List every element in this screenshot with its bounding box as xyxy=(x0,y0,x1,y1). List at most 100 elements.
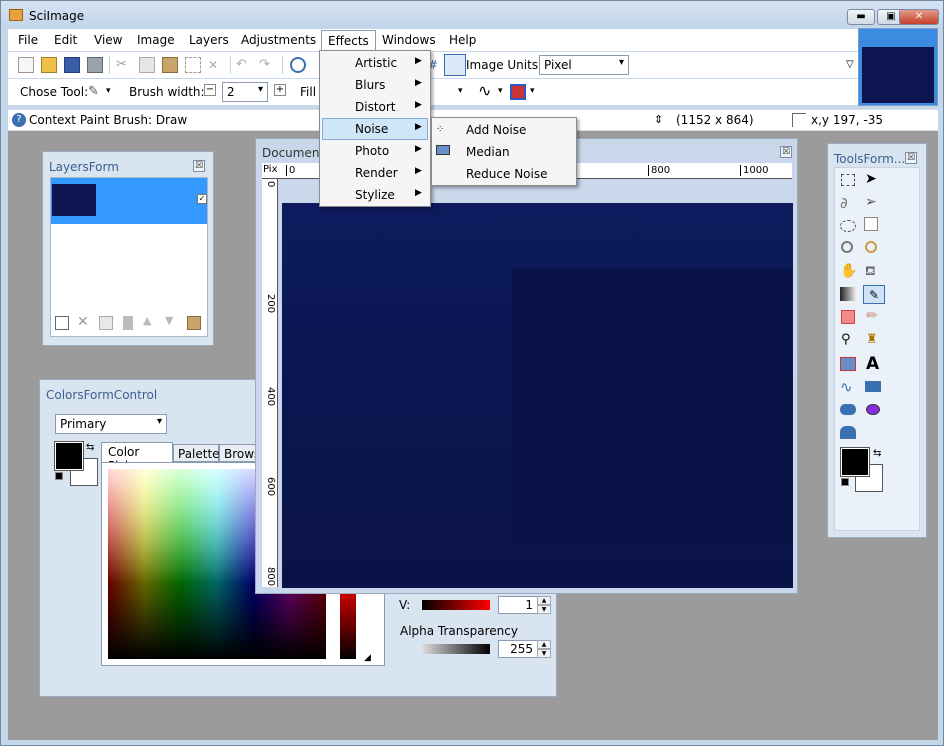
noise-item-median[interactable]: Median xyxy=(434,142,574,163)
duplicate-layer-icon[interactable] xyxy=(99,316,113,330)
alpha-value-input[interactable]: 255 xyxy=(498,640,538,658)
tools-swap-colors-icon[interactable]: ⇆ xyxy=(873,448,881,459)
tools-panel-close-button[interactable]: ☒ xyxy=(905,152,917,164)
menu-file[interactable]: File xyxy=(18,33,38,47)
v-gradient-slider[interactable] xyxy=(422,600,490,610)
line-tool-icon[interactable] xyxy=(864,217,878,231)
alpha-increase-button[interactable]: ▲ xyxy=(537,640,551,649)
menu-windows[interactable]: Windows xyxy=(382,33,436,47)
pencil-icon[interactable]: ✏ xyxy=(866,308,878,324)
tab-palette[interactable]: Palette xyxy=(173,444,220,462)
eraser-icon[interactable] xyxy=(841,310,855,324)
color-picker-icon[interactable]: ⚲ xyxy=(841,332,851,347)
effects-item-render[interactable]: Render ▶ xyxy=(322,163,428,184)
zoom-icon[interactable] xyxy=(841,241,853,253)
effects-item-photo[interactable]: Photo ▶ xyxy=(322,141,428,162)
rulers-toggle-icon[interactable] xyxy=(444,54,466,76)
menu-help[interactable]: Help xyxy=(449,33,476,47)
fill-chevron-down-icon[interactable]: ▾ xyxy=(458,86,463,96)
brush-width-select[interactable]: 2 xyxy=(222,82,268,102)
effects-item-distort[interactable]: Distort ▶ xyxy=(322,97,428,118)
menu-view[interactable]: View xyxy=(94,33,122,47)
image-canvas[interactable] xyxy=(282,203,793,588)
paste-icon[interactable] xyxy=(162,57,178,73)
menu-edit[interactable]: Edit xyxy=(54,33,77,47)
toolbar-overflow-icon[interactable]: ▽ xyxy=(846,58,862,74)
curve-stroke-icon[interactable]: ∿ xyxy=(478,83,494,99)
curve-tool-icon[interactable]: ∿ xyxy=(840,378,853,396)
layers-panel-close-button[interactable]: ☒ xyxy=(193,160,205,172)
shape-color-icon[interactable] xyxy=(510,84,526,100)
gradient-icon[interactable] xyxy=(840,287,856,301)
color-channel-select[interactable]: Primary xyxy=(55,414,167,434)
effects-item-blurs[interactable]: Blurs ▶ xyxy=(322,75,428,96)
brush-width-increase-button[interactable]: + xyxy=(274,84,286,96)
delete-layer-icon[interactable]: ✕ xyxy=(77,314,89,330)
value-slider[interactable] xyxy=(340,593,356,659)
rounded-rect-tool-icon[interactable] xyxy=(840,404,856,415)
noise-item-add-noise[interactable]: Add Noise xyxy=(434,120,574,141)
alpha-decrease-button[interactable]: ▼ xyxy=(537,649,551,658)
minimize-button[interactable]: ▬ xyxy=(847,9,875,25)
tab-color-picker[interactable]: Color Picker xyxy=(101,442,173,473)
layer-properties-icon[interactable] xyxy=(187,316,201,330)
save-icon[interactable] xyxy=(64,57,80,73)
menu-layers[interactable]: Layers xyxy=(189,33,229,47)
pan-hand-icon[interactable]: ✋ xyxy=(840,263,857,279)
crop-icon[interactable] xyxy=(185,57,201,73)
clone-stamp-icon[interactable]: ♜ xyxy=(866,332,878,347)
tab-browse[interactable]: Browse xyxy=(219,444,257,462)
print-icon[interactable] xyxy=(87,57,103,73)
copy-icon[interactable] xyxy=(139,57,155,73)
effects-item-artistic[interactable]: Artistic ▶ xyxy=(322,53,428,74)
v-increase-button[interactable]: ▲ xyxy=(537,596,551,605)
layer-item[interactable]: ✓ xyxy=(51,178,207,224)
close-button[interactable]: ✕ xyxy=(899,9,939,25)
menu-effects[interactable]: Effects xyxy=(321,30,376,52)
effects-item-noise[interactable]: Noise ▶ xyxy=(322,118,428,140)
v-decrease-button[interactable]: ▼ xyxy=(537,605,551,614)
layer-visibility-checkbox[interactable]: ✓ xyxy=(197,194,207,204)
ellipse-select-icon[interactable] xyxy=(840,220,856,232)
menu-adjustments[interactable]: Adjustments xyxy=(241,33,316,47)
fill-bucket-icon[interactable]: ⛾ xyxy=(865,264,876,281)
freeform-shape-tool-icon[interactable] xyxy=(840,426,856,439)
navigator-thumbnail[interactable] xyxy=(862,47,934,103)
zoom-out-icon[interactable] xyxy=(290,57,306,73)
noise-item-reduce-noise[interactable]: Reduce Noise xyxy=(434,164,574,185)
add-layer-icon[interactable] xyxy=(55,316,69,330)
new-icon[interactable] xyxy=(18,57,34,73)
image-units-select[interactable]: Pixel xyxy=(539,55,629,75)
rectangle-tool-icon[interactable] xyxy=(865,381,881,392)
undo-icon[interactable]: ↶ xyxy=(236,57,252,73)
reset-colors-icon[interactable] xyxy=(55,472,63,480)
tools-reset-colors-icon[interactable] xyxy=(841,478,849,486)
move-layer-down-icon[interactable]: ▼ xyxy=(165,314,173,327)
menu-image[interactable]: Image xyxy=(137,33,175,47)
recolor-icon[interactable] xyxy=(840,357,856,371)
merge-layer-icon[interactable] xyxy=(123,316,133,330)
tools-primary-color-swatch[interactable] xyxy=(840,447,870,477)
alpha-slider[interactable] xyxy=(422,644,490,654)
redo-icon[interactable]: ↷ xyxy=(259,57,275,73)
paintbrush-icon[interactable]: ✎ xyxy=(863,285,885,304)
cut-icon[interactable]: ✂ xyxy=(116,57,132,73)
effects-item-stylize[interactable]: Stylize ▶ xyxy=(322,185,428,206)
lasso-icon[interactable]: ∂ xyxy=(840,194,848,212)
move-icon[interactable]: ➤ xyxy=(865,171,877,187)
ellipse-tool-icon[interactable] xyxy=(866,404,880,415)
slider-handle-icon[interactable]: ◢ xyxy=(364,653,371,663)
delete-selection-icon[interactable]: ✕ xyxy=(208,57,224,73)
primary-color-swatch[interactable] xyxy=(54,441,84,471)
open-icon[interactable] xyxy=(41,57,57,73)
text-tool-icon[interactable]: A xyxy=(866,354,879,374)
magic-wand-icon[interactable] xyxy=(865,241,877,253)
shape-chevron-down-icon[interactable]: ▾ xyxy=(530,86,535,96)
chevron-down-icon[interactable]: ▾ xyxy=(106,86,111,96)
move-layer-up-icon[interactable]: ▲ xyxy=(143,314,151,327)
document-close-button[interactable]: ☒ xyxy=(780,146,792,158)
v-value-input[interactable]: 1 xyxy=(498,596,538,614)
brush-tool-icon[interactable]: ✎ xyxy=(88,84,104,100)
rect-select-icon[interactable] xyxy=(841,174,855,186)
brush-width-decrease-button[interactable]: − xyxy=(204,84,216,96)
